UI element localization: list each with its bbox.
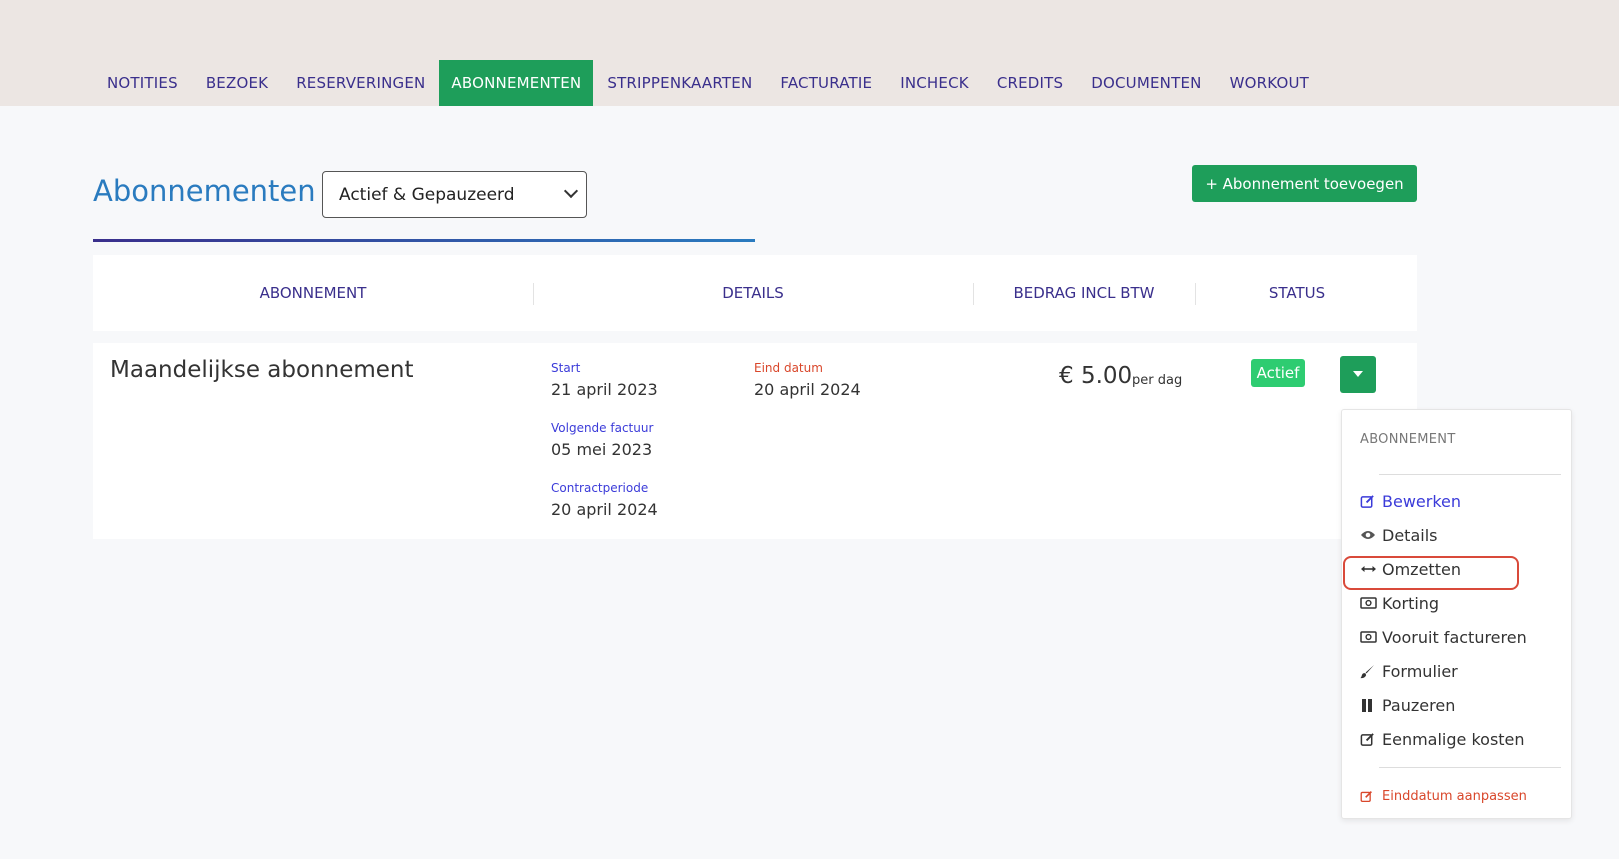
menu-header: ABONNEMENT <box>1360 432 1456 447</box>
status-filter-value: Actief & Gepauzeerd <box>339 184 515 205</box>
next-invoice-value: 05 mei 2023 <box>551 440 653 459</box>
table-header: ABONNEMENT DETAILS BEDRAG INCL BTW STATU… <box>93 255 1417 331</box>
menu-item-formulier[interactable]: Formulier <box>1360 658 1458 684</box>
amount-unit: per dag <box>1132 373 1183 388</box>
column-header-abonnement: ABONNEMENT <box>259 284 367 302</box>
menu-item-vooruit-factureren[interactable]: Vooruit factureren <box>1360 624 1527 650</box>
pause-icon <box>1360 698 1380 713</box>
menu-item-label: Formulier <box>1382 661 1458 681</box>
menu-item-pauzeren[interactable]: Pauzeren <box>1360 692 1455 718</box>
menu-item-omzetten[interactable]: Omzetten <box>1360 556 1461 582</box>
start-value: 21 april 2023 <box>551 380 658 399</box>
column-header-status: STATUS <box>1268 284 1326 302</box>
end-date-value: 20 april 2024 <box>754 380 861 399</box>
tab-documenten[interactable]: DOCUMENTEN <box>1077 60 1215 106</box>
edit-icon <box>1360 494 1380 509</box>
add-subscription-button[interactable]: + Abonnement toevoegen <box>1192 165 1417 202</box>
tab-strippenkaarten[interactable]: STRIPPENKAARTEN <box>593 60 766 106</box>
status-filter-select[interactable]: Actief & Gepauzeerd <box>322 171 587 218</box>
menu-item-label: Eenmalige kosten <box>1382 729 1525 749</box>
menu-divider <box>1379 767 1561 768</box>
start-label: Start <box>551 361 581 375</box>
menu-item-bewerken[interactable]: Bewerken <box>1360 488 1461 514</box>
menu-item-label: Omzetten <box>1382 559 1461 579</box>
caret-down-icon <box>1353 371 1363 377</box>
row-actions-dropdown-button[interactable] <box>1340 356 1376 393</box>
end-date-label: Eind datum <box>754 361 823 375</box>
table-row: Maandelijkse abonnement Start 21 april 2… <box>93 343 1417 539</box>
subscription-name: Maandelijkse abonnement <box>110 357 414 383</box>
menu-item-korting[interactable]: Korting <box>1360 590 1439 616</box>
edit-icon <box>1360 790 1380 803</box>
title-underline <box>93 239 755 242</box>
menu-divider <box>1379 474 1561 475</box>
menu-item-details[interactable]: Details <box>1360 522 1437 548</box>
contract-period-label: Contractperiode <box>551 481 649 495</box>
money-icon <box>1360 631 1380 643</box>
tab-facturatie[interactable]: FACTURATIE <box>766 60 886 106</box>
tab-abonnementen[interactable]: ABONNEMENTEN <box>439 60 594 106</box>
menu-item-label: Korting <box>1382 593 1440 613</box>
contract-period-value: 20 april 2024 <box>551 500 658 519</box>
brush-icon <box>1360 664 1380 679</box>
menu-item-label: Pauzeren <box>1382 695 1456 715</box>
menu-item-label: Bewerken <box>1382 491 1462 511</box>
eye-icon <box>1360 529 1380 541</box>
column-header-amount: BEDRAG INCL BTW <box>1013 284 1155 302</box>
amount-value: € 5.00 <box>1059 363 1133 389</box>
menu-item-einddatum-aanpassen[interactable]: Einddatum aanpassen <box>1360 783 1527 809</box>
column-header-details: DETAILS <box>722 284 784 302</box>
menu-item-label: Details <box>1382 525 1438 545</box>
next-invoice-label: Volgende factuur <box>551 421 654 435</box>
tab-bezoek[interactable]: BEZOEK <box>192 60 282 106</box>
chevron-down-icon <box>563 183 579 199</box>
edit-icon <box>1360 732 1380 747</box>
tab-bar: NOTITIES BEZOEK RESERVERINGEN ABONNEMENT… <box>93 60 1323 106</box>
tab-reserveringen[interactable]: RESERVERINGEN <box>282 60 439 106</box>
arrows-horizontal-icon <box>1360 564 1380 574</box>
status-badge: Actief <box>1251 359 1305 387</box>
tab-incheck[interactable]: INCHECK <box>886 60 983 106</box>
subscription-actions-menu: ABONNEMENT Bewerken Details Omzetten Kor… <box>1341 409 1572 819</box>
tab-workout[interactable]: WORKOUT <box>1216 60 1323 106</box>
menu-item-label: Vooruit factureren <box>1382 627 1527 647</box>
menu-item-label: Einddatum aanpassen <box>1382 788 1527 804</box>
top-navigation-bar: NOTITIES BEZOEK RESERVERINGEN ABONNEMENT… <box>0 0 1619 106</box>
menu-item-eenmalige-kosten[interactable]: Eenmalige kosten <box>1360 726 1525 752</box>
tab-notities[interactable]: NOTITIES <box>93 60 192 106</box>
page-title: Abonnementen <box>93 174 316 208</box>
money-icon <box>1360 597 1380 609</box>
tab-credits[interactable]: CREDITS <box>983 60 1077 106</box>
